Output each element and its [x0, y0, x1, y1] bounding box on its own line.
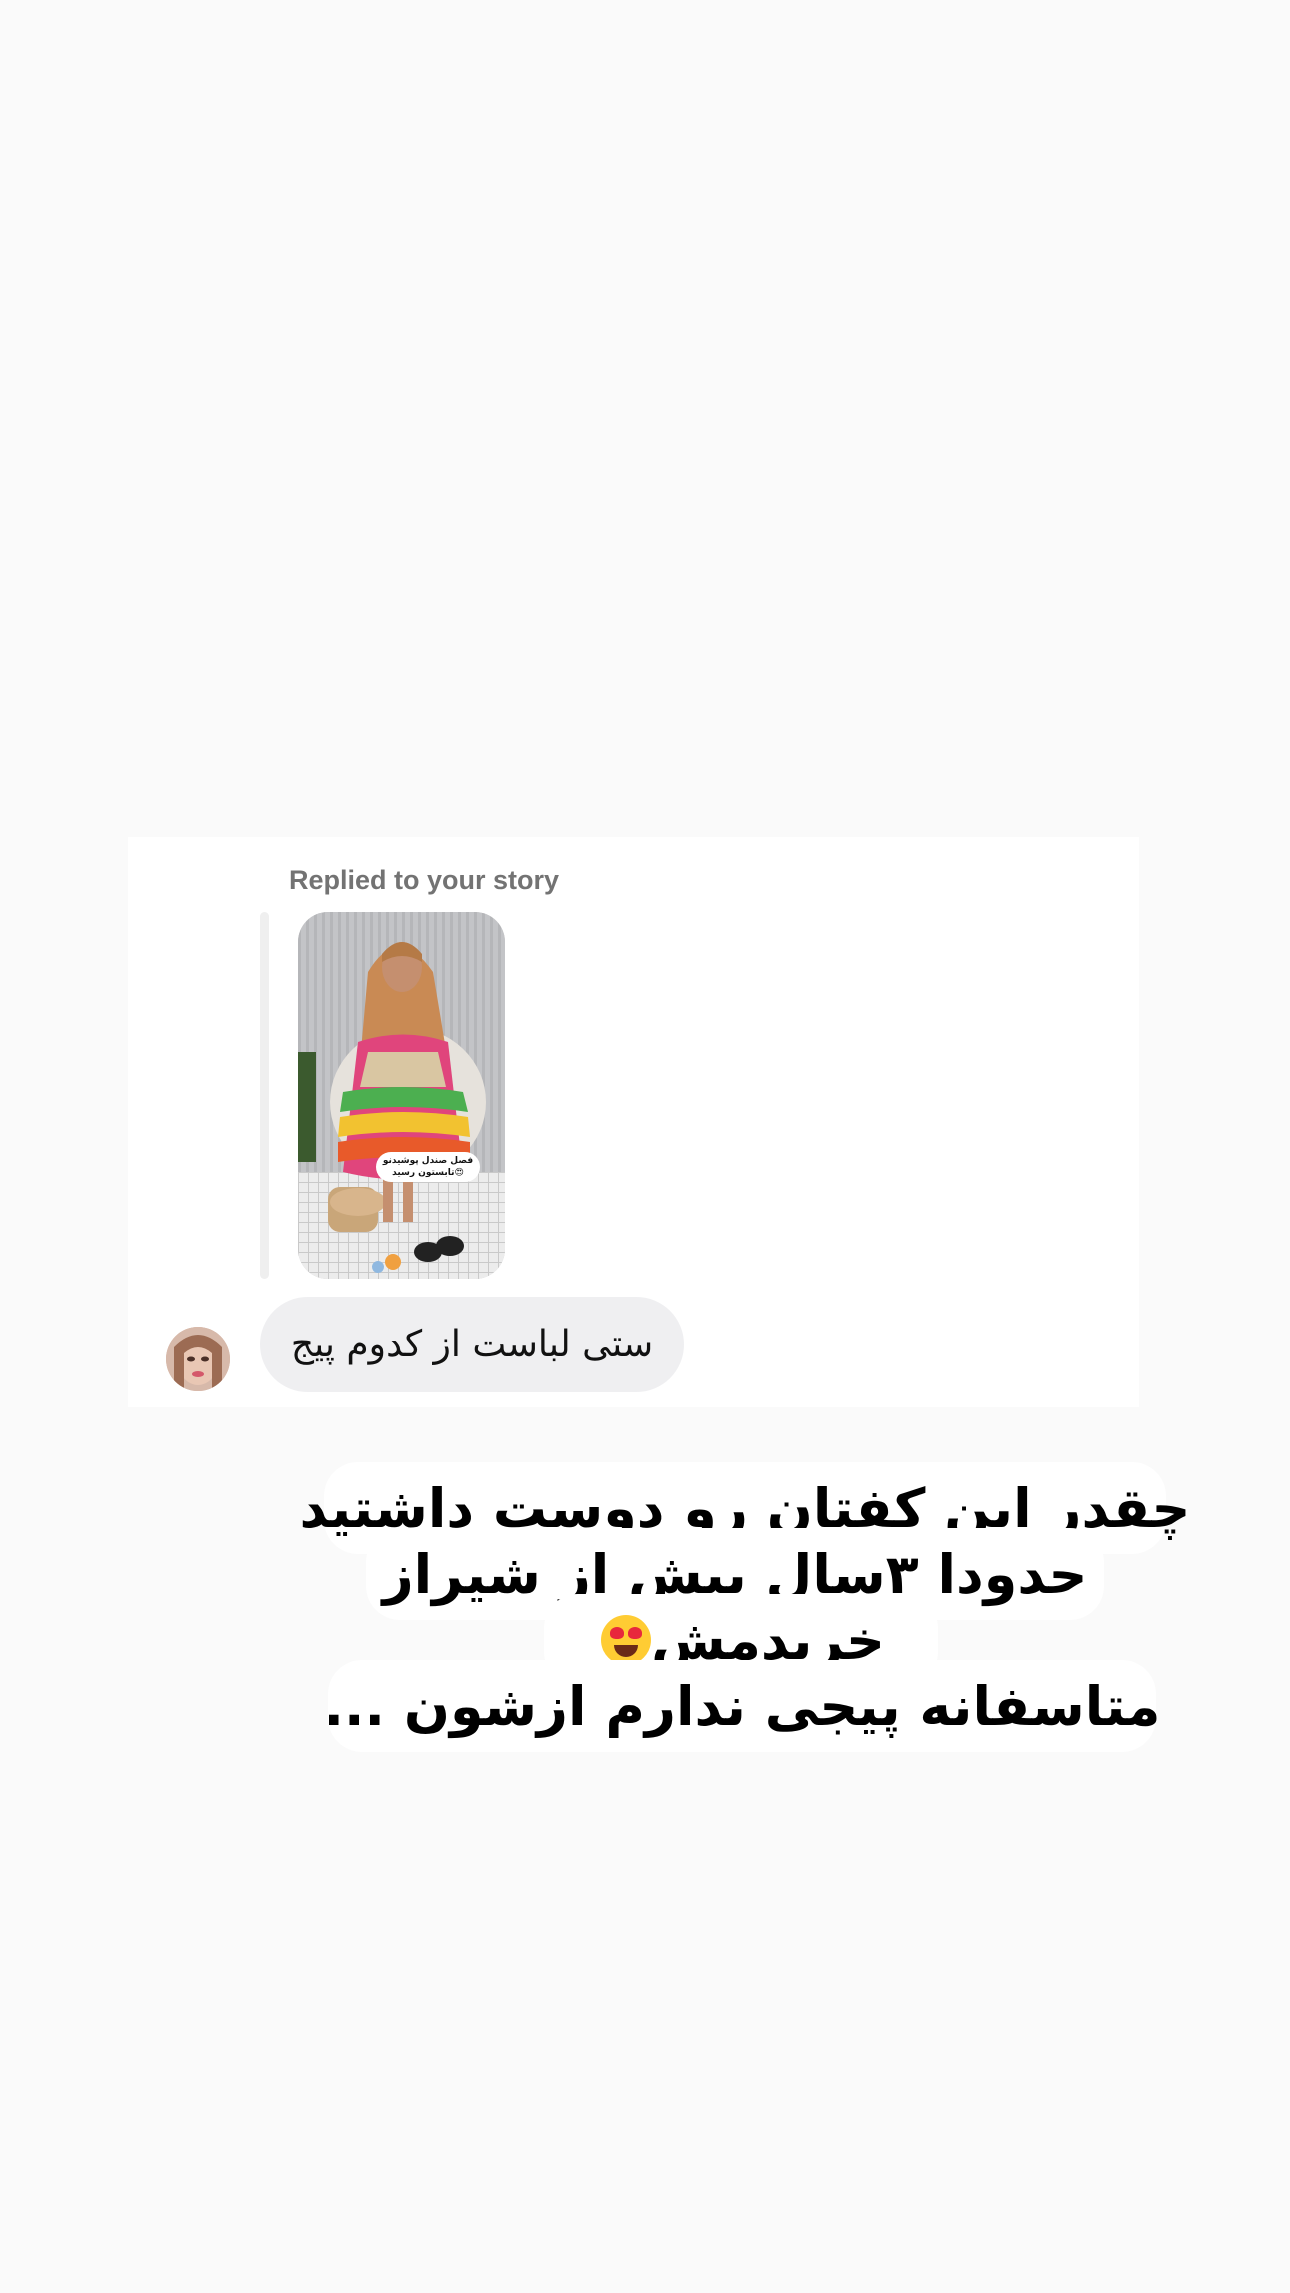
message-bubble[interactable]: ستی لباست از کدوم پیج — [260, 1297, 684, 1392]
dm-screenshot-card: Replied to your story فصل صندل پوشیدنو ت… — [128, 837, 1139, 1407]
message-text: ستی لباست از کدوم پیج — [290, 1324, 654, 1365]
reply-quote-bar — [260, 912, 269, 1279]
replied-to-story-label: Replied to your story — [289, 865, 560, 895]
caption-line-4: متاسفانه پیجی ندارم ازشون ... — [324, 1660, 1160, 1752]
story-caption-sticker: فصل صندل پوشیدنو تابستون رسید😍 — [376, 1152, 480, 1182]
sender-avatar[interactable] — [166, 1327, 230, 1391]
page: { "dm": { "reply_label": "Replied to you… — [0, 0, 1290, 2293]
sticker-line-1: فصل صندل پوشیدنو — [382, 1156, 474, 1166]
heart-eyes-emoji-icon — [601, 1615, 652, 1665]
story-photo-image — [298, 912, 505, 1279]
sticker-line-2: تابستون رسید😍 — [392, 1168, 464, 1178]
story-thumbnail[interactable]: فصل صندل پوشیدنو تابستون رسید😍 — [298, 912, 505, 1279]
avatar-image — [166, 1327, 230, 1391]
caption-line-4-text: متاسفانه پیجی ندارم ازشون ... — [323, 1674, 1161, 1738]
